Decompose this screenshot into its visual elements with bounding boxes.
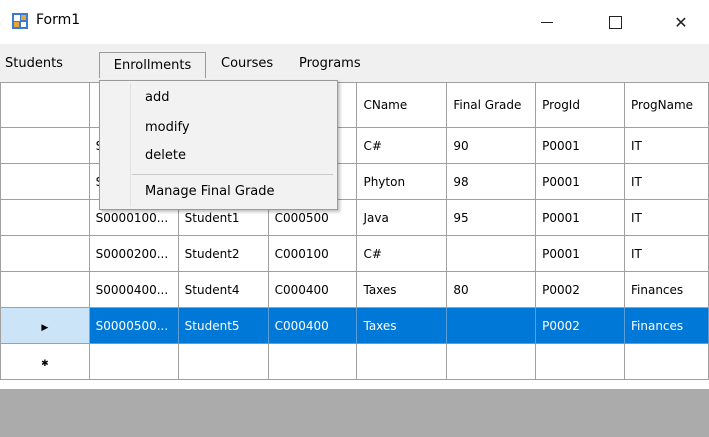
minimize-button[interactable] bbox=[524, 6, 570, 38]
table-cell[interactable] bbox=[267, 343, 358, 380]
column-header-progname[interactable]: ProgName bbox=[624, 82, 709, 128]
table-cell[interactable] bbox=[446, 343, 537, 380]
table-row[interactable]: S0000200... Student2 C000100 C# P0001 IT bbox=[0, 235, 709, 272]
app-icon bbox=[12, 13, 28, 29]
new-row-icon: ✱ bbox=[41, 358, 49, 369]
column-header-progid[interactable]: ProgId bbox=[535, 82, 625, 128]
table-cell[interactable]: Taxes bbox=[356, 307, 448, 344]
table-cell[interactable] bbox=[356, 343, 448, 380]
table-cell[interactable]: IT bbox=[624, 199, 709, 236]
menu-item-manage-final-grade[interactable]: Manage Final Grade bbox=[145, 181, 275, 203]
menu-bar: Students Enrollments Courses Programs bbox=[0, 44, 709, 83]
table-cell[interactable]: P0002 bbox=[535, 271, 625, 308]
table-cell[interactable]: C000100 bbox=[267, 235, 358, 272]
table-cell[interactable]: 98 bbox=[446, 163, 537, 200]
table-cell[interactable] bbox=[88, 343, 179, 380]
row-header[interactable] bbox=[0, 127, 90, 164]
title-bar: Form1 ✕ bbox=[0, 0, 709, 44]
menu-item-add[interactable]: add bbox=[145, 87, 169, 109]
table-row[interactable]: S0000400... Student4 C000400 Taxes 80 P0002 Fi… bbox=[0, 271, 709, 308]
table-cell[interactable]: IT bbox=[624, 163, 709, 200]
table-cell[interactable]: P0001 bbox=[535, 163, 625, 200]
table-cell[interactable]: C000400 bbox=[267, 307, 358, 344]
current-row-icon: ▶ bbox=[41, 322, 49, 333]
table-row[interactable]: ▶ S0000500... Student5 C000400 Taxes P0002 Fin… bbox=[0, 307, 709, 344]
table-cell[interactable]: Student2 bbox=[177, 235, 269, 272]
menu-programs[interactable]: Programs bbox=[294, 53, 366, 75]
table-cell[interactable] bbox=[446, 235, 537, 272]
table-cell[interactable]: C000400 bbox=[267, 271, 358, 308]
column-header-cname[interactable]: CName bbox=[356, 82, 448, 128]
table-cell[interactable]: IT bbox=[624, 235, 709, 272]
row-header[interactable] bbox=[0, 199, 90, 236]
table-cell[interactable] bbox=[535, 343, 625, 380]
empty-area bbox=[0, 389, 709, 437]
new-row[interactable]: ✱ bbox=[0, 343, 709, 380]
window-title: Form1 bbox=[36, 12, 81, 28]
menu-courses[interactable]: Courses bbox=[216, 53, 278, 75]
corner-header bbox=[0, 82, 90, 128]
minimize-icon bbox=[541, 21, 553, 23]
table-cell[interactable]: Taxes bbox=[356, 271, 448, 308]
table-cell[interactable]: Finances bbox=[624, 271, 709, 308]
table-cell[interactable]: P0001 bbox=[535, 235, 625, 272]
table-cell[interactable]: Finances bbox=[624, 307, 709, 344]
maximize-icon bbox=[608, 15, 622, 29]
table-cell[interactable]: Java bbox=[356, 199, 448, 236]
row-header[interactable]: ✱ bbox=[0, 343, 90, 380]
table-cell[interactable]: S0000200... bbox=[88, 235, 179, 272]
row-header[interactable]: ▶ bbox=[0, 307, 90, 344]
menu-separator bbox=[132, 174, 333, 175]
row-header[interactable] bbox=[0, 163, 90, 200]
table-cell[interactable] bbox=[624, 343, 709, 380]
table-cell[interactable]: 95 bbox=[446, 199, 537, 236]
table-cell[interactable] bbox=[177, 343, 269, 380]
table-cell[interactable]: P0002 bbox=[535, 307, 625, 344]
table-cell[interactable]: C# bbox=[356, 127, 448, 164]
menu-gutter bbox=[130, 83, 131, 207]
table-cell[interactable] bbox=[446, 307, 537, 344]
table-cell[interactable]: C# bbox=[356, 235, 448, 272]
table-cell[interactable]: Phyton bbox=[356, 163, 448, 200]
enrollments-dropdown: add modify delete Manage Final Grade bbox=[99, 80, 338, 210]
close-button[interactable]: ✕ bbox=[658, 6, 704, 38]
table-cell[interactable]: 90 bbox=[446, 127, 537, 164]
maximize-button[interactable] bbox=[592, 6, 638, 38]
table-cell[interactable]: IT bbox=[624, 127, 709, 164]
table-cell[interactable]: S0000400... bbox=[88, 271, 179, 308]
table-cell[interactable]: Student4 bbox=[177, 271, 269, 308]
menu-enrollments[interactable]: Enrollments bbox=[99, 52, 206, 78]
table-cell[interactable]: P0001 bbox=[535, 127, 625, 164]
table-cell[interactable]: S0000500... bbox=[88, 307, 179, 344]
row-header[interactable] bbox=[0, 235, 90, 272]
menu-students[interactable]: Students bbox=[0, 53, 68, 75]
menu-item-delete[interactable]: delete bbox=[145, 145, 186, 167]
table-cell[interactable]: P0001 bbox=[535, 199, 625, 236]
table-cell[interactable]: 80 bbox=[446, 271, 537, 308]
close-icon: ✕ bbox=[674, 12, 688, 32]
menu-item-modify[interactable]: modify bbox=[145, 117, 190, 139]
column-header-final-grade[interactable]: Final Grade bbox=[446, 82, 537, 128]
table-cell[interactable]: Student5 bbox=[177, 307, 269, 344]
row-header[interactable] bbox=[0, 271, 90, 308]
